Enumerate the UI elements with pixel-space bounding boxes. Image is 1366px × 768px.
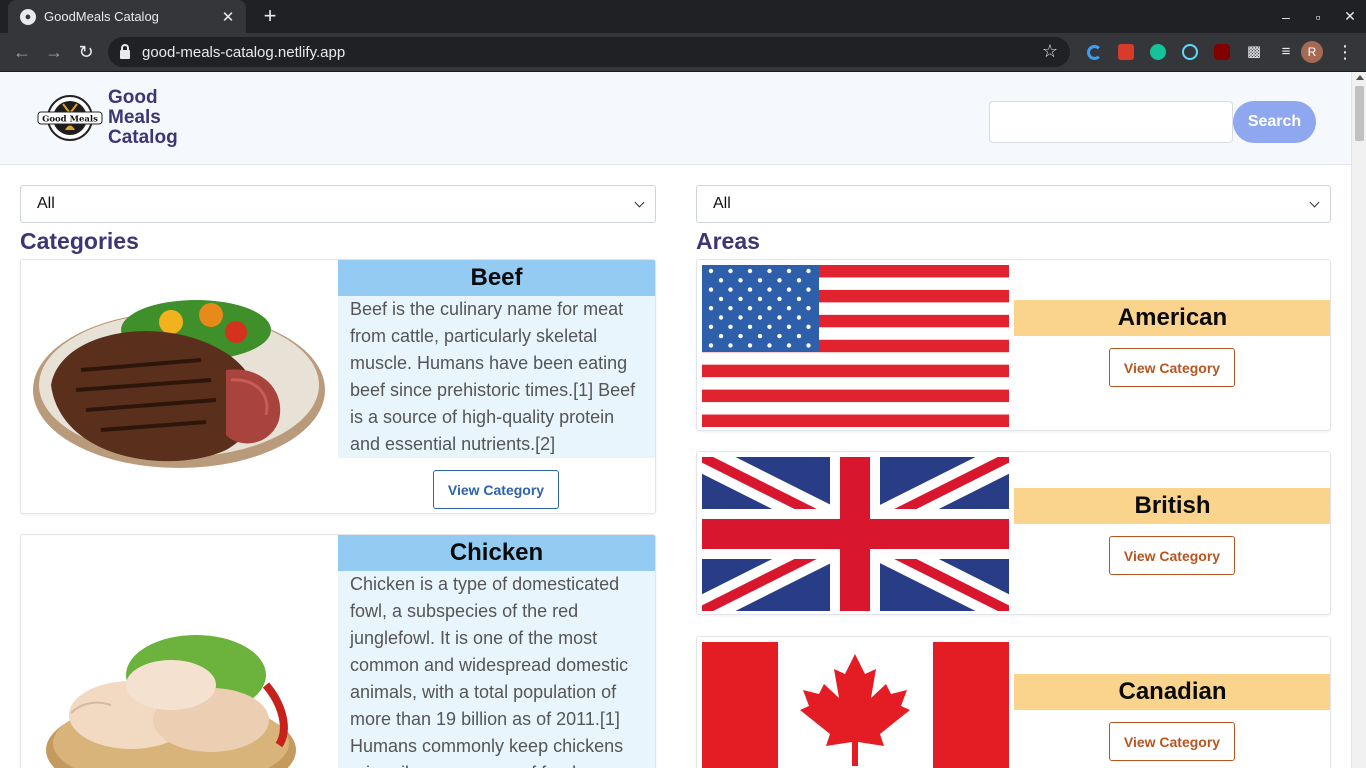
page-scrollbar[interactable] bbox=[1351, 72, 1366, 768]
logo-line-1: Good bbox=[108, 87, 158, 108]
profile-avatar[interactable]: R bbox=[1301, 41, 1323, 63]
scroll-up-icon[interactable] bbox=[1356, 75, 1364, 80]
site-logo-text[interactable]: Good Meals Catalog bbox=[108, 88, 178, 148]
area-card-british: British View Category bbox=[696, 451, 1331, 615]
forward-icon[interactable]: → bbox=[42, 40, 66, 64]
scrollbar-thumb[interactable] bbox=[1355, 86, 1364, 141]
area-card-canadian: Canadian View Category bbox=[696, 636, 1331, 768]
category-description: Beef is the culinary name for meat from … bbox=[338, 296, 655, 458]
uk-flag-image bbox=[702, 457, 1009, 611]
maximize-icon[interactable]: ▫ bbox=[1302, 0, 1334, 33]
extension-c-icon[interactable] bbox=[1078, 41, 1110, 63]
minimize-icon[interactable]: – bbox=[1270, 0, 1302, 33]
grammarly-icon[interactable] bbox=[1142, 41, 1174, 63]
logo-line-3: Catalog bbox=[108, 127, 178, 148]
bookmark-star-icon[interactable]: ☆ bbox=[1042, 41, 1058, 62]
view-category-button[interactable]: View Category bbox=[1109, 722, 1235, 761]
close-tab-icon[interactable]: ✕ bbox=[220, 8, 236, 26]
back-icon[interactable]: ← bbox=[10, 40, 34, 64]
area-card-american: American View Category bbox=[696, 259, 1331, 431]
lock-icon bbox=[120, 43, 130, 59]
category-filter-select[interactable]: All bbox=[20, 185, 656, 223]
react-devtools-icon[interactable] bbox=[1174, 41, 1206, 63]
area-title: Canadian bbox=[1014, 674, 1330, 710]
new-tab-icon[interactable]: + bbox=[259, 5, 281, 27]
search-input[interactable] bbox=[989, 101, 1233, 143]
logo-badge-icon: Good Meals bbox=[37, 95, 103, 141]
chevron-down-icon bbox=[634, 197, 645, 208]
areas-heading: Areas bbox=[696, 228, 760, 254]
chevron-down-icon bbox=[1309, 197, 1320, 208]
category-card-chicken: Chicken Chicken is a type of domesticate… bbox=[20, 534, 656, 768]
svg-text:Good Meals: Good Meals bbox=[42, 115, 98, 125]
close-window-icon[interactable]: ✕ bbox=[1334, 0, 1366, 33]
address-bar[interactable]: good-meals-catalog.netlify.app ☆ bbox=[108, 37, 1070, 67]
puzzle-extensions-icon[interactable]: ▩ bbox=[1238, 41, 1270, 63]
categories-heading: Categories bbox=[20, 228, 139, 254]
area-title: British bbox=[1014, 488, 1330, 524]
view-category-button[interactable]: View Category bbox=[1109, 348, 1235, 387]
tab-title: GoodMeals Catalog bbox=[44, 9, 159, 24]
ublock-icon[interactable] bbox=[1206, 41, 1238, 63]
search-button[interactable]: Search bbox=[1233, 101, 1316, 143]
url-text: good-meals-catalog.netlify.app bbox=[142, 43, 346, 61]
browser-tab[interactable]: ● GoodMeals Catalog ✕ bbox=[8, 0, 246, 33]
view-category-button[interactable]: View Category bbox=[433, 470, 559, 509]
browser-toolbar: ← → ↻ good-meals-catalog.netlify.app ☆ ▩… bbox=[0, 33, 1366, 72]
beef-image bbox=[33, 300, 325, 468]
browser-tab-strip: ● GoodMeals Catalog ✕ + – ▫ ✕ bbox=[0, 0, 1366, 33]
category-filter-value: All bbox=[37, 195, 55, 212]
reload-icon[interactable]: ↻ bbox=[74, 40, 98, 64]
window-controls: – ▫ ✕ bbox=[1270, 0, 1366, 33]
category-title: Beef bbox=[338, 260, 655, 296]
area-filter-value: All bbox=[713, 195, 731, 212]
globe-icon: ● bbox=[20, 8, 36, 25]
category-card-beef: Beef Beef is the culinary name for meat … bbox=[20, 259, 656, 514]
canada-flag-image bbox=[702, 642, 1009, 768]
category-description: Chicken is a type of domesticated fowl, … bbox=[338, 571, 655, 768]
chicken-image bbox=[46, 635, 296, 768]
category-title: Chicken bbox=[338, 535, 655, 571]
extension-bookmark-icon[interactable] bbox=[1110, 41, 1142, 63]
kebab-menu-icon[interactable]: ⋮ bbox=[1336, 41, 1354, 63]
logo-line-2: Meals bbox=[108, 107, 161, 128]
area-title: American bbox=[1014, 300, 1330, 336]
usa-flag-image bbox=[702, 265, 1009, 427]
extensions-bar: ▩ ≡ bbox=[1078, 41, 1302, 63]
site-header: Good Meals Good Meals Catalog Search bbox=[0, 72, 1351, 165]
reading-list-icon[interactable]: ≡ bbox=[1270, 41, 1302, 63]
area-filter-select[interactable]: All bbox=[696, 185, 1331, 223]
view-category-button[interactable]: View Category bbox=[1109, 536, 1235, 575]
page-viewport: Good Meals Good Meals Catalog Search All… bbox=[0, 72, 1366, 768]
